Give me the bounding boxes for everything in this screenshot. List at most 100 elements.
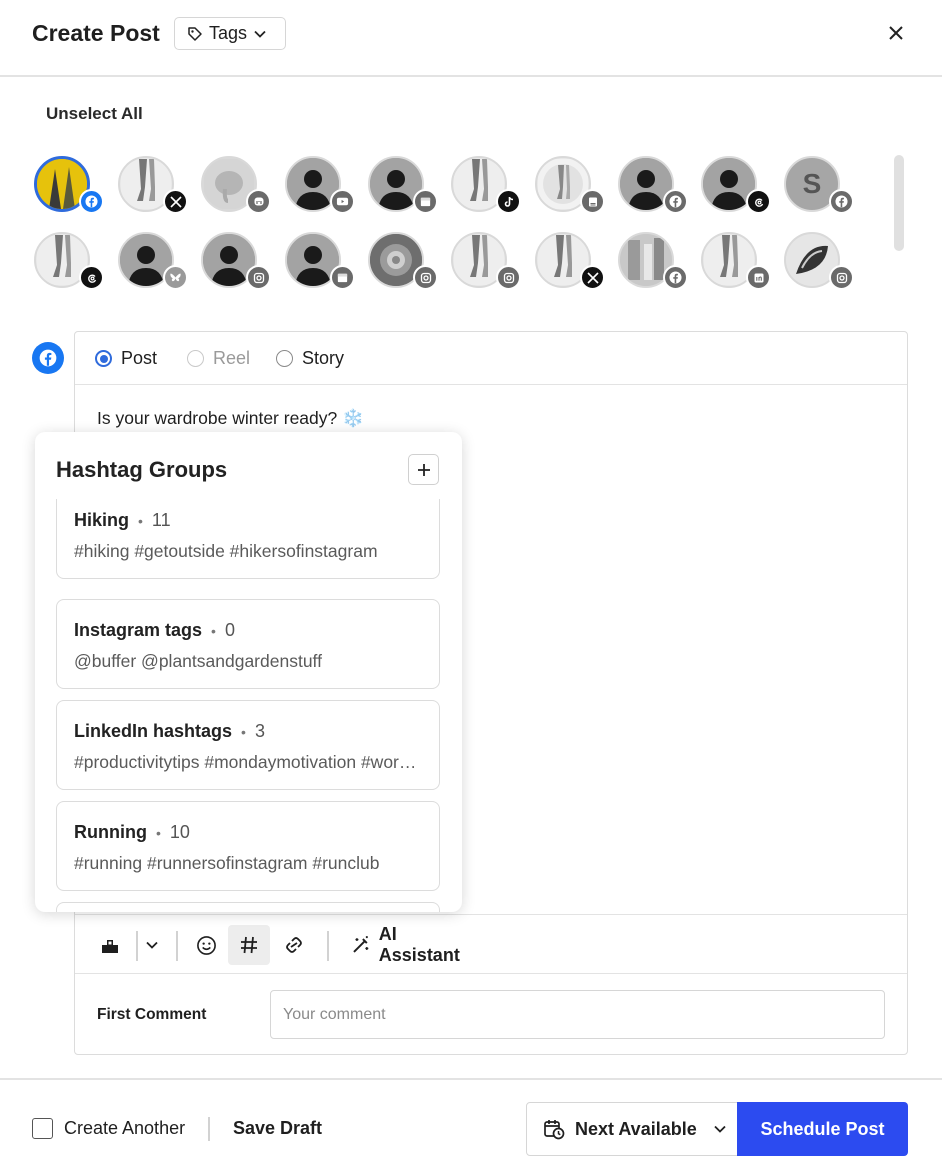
hashtag-group-count: 0	[224, 620, 235, 640]
calendar-clock-icon	[544, 1120, 565, 1140]
channel-avatar[interactable]	[368, 232, 438, 290]
radio-checked	[95, 350, 112, 367]
channel-avatar[interactable]	[201, 232, 271, 290]
footer: Create Another Save Draft Next Available…	[0, 1078, 942, 1162]
channel-avatar[interactable]: S	[784, 156, 854, 214]
channel-avatar[interactable]	[535, 232, 605, 290]
ai-assistant-button[interactable]: AI Assistant	[351, 924, 481, 965]
linkedin-icon	[746, 265, 771, 290]
channel-avatar[interactable]	[535, 156, 605, 214]
hashtag-group-name: Hiking	[74, 510, 130, 530]
next-available-label: Next Available	[575, 1118, 697, 1139]
separator-dot: •	[155, 824, 161, 841]
avatars-scrollbar[interactable]	[894, 155, 904, 251]
instagram-icon	[829, 265, 854, 290]
facebook-channel-icon	[32, 342, 64, 374]
x-icon	[580, 265, 605, 290]
separator-dot: •	[138, 512, 143, 529]
hashtag-group-item[interactable]	[56, 902, 440, 912]
unselect-all-button[interactable]: Unselect All	[46, 104, 143, 124]
radio-disabled	[187, 350, 204, 367]
youtube-icon	[330, 189, 355, 214]
channel-avatar[interactable]	[701, 156, 771, 214]
chevron-down-icon	[714, 1125, 726, 1133]
chevron-down-icon	[254, 30, 266, 38]
post-type-label: Reel	[213, 348, 251, 368]
hashtag-group-item[interactable]: Running • 10 #running #runnersofinstagra…	[56, 801, 440, 891]
channel-avatar[interactable]	[118, 156, 188, 214]
hashtag-group-count: 10	[169, 822, 190, 842]
hashtag-group-name: Running	[74, 822, 147, 842]
header: Create Post Tags	[0, 0, 942, 77]
hashtag-group-tags: @buffer @plantsandgardenstuff	[74, 651, 322, 671]
toolbar-divider	[327, 931, 329, 961]
tag-icon	[188, 26, 202, 41]
link-icon	[286, 937, 302, 953]
post-type-story[interactable]: Story	[276, 348, 344, 369]
emoji-button[interactable]	[189, 925, 223, 965]
hashtag-group-item[interactable]: Hiking • 11 #hiking #getoutside #hikerso…	[56, 499, 440, 579]
hashtag-groups-title: Hashtag Groups	[56, 457, 228, 482]
save-draft-button[interactable]: Save Draft	[233, 1118, 322, 1139]
channel-avatar[interactable]	[451, 156, 521, 214]
post-type-reel: Reel	[187, 348, 250, 369]
editor-toolbar: AI Assistant	[75, 914, 907, 974]
channel-avatar[interactable]	[701, 232, 771, 290]
create-another-label[interactable]: Create Another	[64, 1118, 185, 1139]
threads-icon	[746, 189, 771, 214]
media-button[interactable]	[95, 925, 125, 965]
close-icon	[889, 26, 903, 40]
tags-label: Tags	[209, 23, 248, 43]
schedule-post-button[interactable]: Schedule Post	[737, 1102, 908, 1156]
channel-avatar[interactable]	[285, 232, 355, 290]
facebook-icon	[79, 189, 104, 214]
channel-avatar[interactable]	[34, 156, 104, 214]
hashtag-button[interactable]	[228, 925, 270, 965]
channel-avatar[interactable]	[34, 232, 104, 290]
create-another-checkbox[interactable]	[32, 1118, 53, 1139]
ai-assistant-label: AI Assistant	[378, 924, 460, 965]
channel-avatar[interactable]	[118, 232, 188, 290]
hashtag-group-count: 11	[151, 510, 171, 530]
separator-dot: •	[241, 723, 246, 740]
instagram-icon	[413, 265, 438, 290]
channel-avatar[interactable]	[784, 232, 854, 290]
media-icon	[102, 940, 118, 953]
post-type-label: Post	[121, 348, 158, 368]
add-hashtag-group-button[interactable]	[408, 454, 439, 485]
chevron-down-icon	[146, 941, 158, 949]
magic-wand-icon	[353, 936, 369, 953]
facebook-icon	[663, 189, 688, 214]
channel-avatar[interactable]	[368, 156, 438, 214]
post-text-editor[interactable]: Is your wardrobe winter ready? ❄️	[97, 408, 364, 429]
first-comment-label: First Comment	[97, 1006, 207, 1023]
hashtag-groups-popup: Hashtag Groups Hiking • 11 #hiking #geto…	[35, 432, 462, 912]
hashtag-group-name: LinkedIn hashtags	[74, 721, 233, 741]
post-type-label: Story	[302, 348, 345, 368]
link-shortener-button[interactable]	[277, 925, 311, 965]
media-dropdown-button[interactable]	[141, 925, 163, 965]
channel-avatar[interactable]	[618, 156, 688, 214]
close-button[interactable]	[882, 19, 910, 47]
facebook-icon	[663, 265, 688, 290]
tags-dropdown[interactable]: Tags	[174, 17, 286, 50]
hashtag-group-item[interactable]: Instagram tags • 0 @buffer @plantsandgar…	[56, 599, 440, 689]
avatar-letter: S	[802, 168, 822, 199]
channel-avatar[interactable]	[285, 156, 355, 214]
threads-icon	[79, 265, 104, 290]
instagram-icon	[246, 265, 271, 290]
x-icon	[163, 189, 188, 214]
first-comment-input[interactable]	[270, 990, 885, 1039]
channel-avatar[interactable]	[201, 156, 271, 214]
next-available-dropdown[interactable]: Next Available	[526, 1102, 738, 1156]
plus-icon	[417, 463, 430, 476]
hashtag-group-tags: #running #runnersofinstagram #runclub	[74, 853, 380, 873]
toolbar-divider	[176, 931, 178, 961]
channel-avatar[interactable]	[451, 232, 521, 290]
separator-dot: •	[211, 622, 216, 639]
hashtag-group-item[interactable]: LinkedIn hashtags • 3 #productivitytips …	[56, 700, 440, 790]
hashtag-icon	[241, 936, 257, 954]
hashtag-group-count: 3	[254, 721, 265, 741]
channel-avatar[interactable]	[618, 232, 688, 290]
post-type-post[interactable]: Post	[95, 348, 157, 369]
